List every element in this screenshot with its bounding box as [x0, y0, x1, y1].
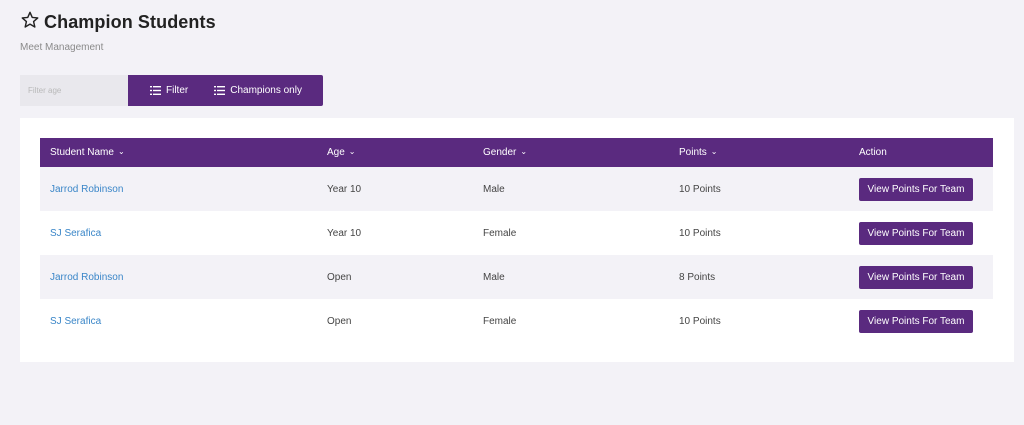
- title-row: Champion Students: [20, 10, 216, 35]
- points-cell: 8 Points: [679, 271, 716, 283]
- action-cell: View Points For Team: [859, 211, 993, 255]
- student-name-link[interactable]: Jarrod Robinson: [50, 272, 123, 283]
- chevron-down-icon: ⌄: [520, 147, 528, 156]
- column-header-points[interactable]: Points ⌄: [679, 138, 859, 167]
- gender-cell: Female: [483, 227, 517, 239]
- star-outline-icon: [20, 10, 40, 35]
- gender-cell: Female: [483, 315, 517, 327]
- view-points-for-team-button[interactable]: View Points For Team: [859, 221, 973, 245]
- filter-button[interactable]: Filter: [128, 75, 210, 106]
- table-row: Jarrod Robinson Year 10 Male 10 Points V…: [40, 167, 993, 211]
- table-header: Student Name ⌄ Age ⌄ Gender ⌄ Points ⌄ Actio…: [40, 138, 993, 167]
- filter-button-label: Filter: [166, 85, 189, 96]
- view-points-for-team-button[interactable]: View Points For Team: [859, 265, 973, 289]
- student-name-link[interactable]: SJ Serafica: [50, 316, 101, 327]
- age-cell: Open: [327, 315, 352, 327]
- chevron-down-icon: ⌄: [117, 147, 125, 156]
- list-icon: [214, 86, 226, 95]
- table-row: Jarrod Robinson Open Male 8 Points View …: [40, 255, 993, 299]
- action-cell: View Points For Team: [859, 299, 993, 343]
- page-title: Champion Students: [44, 12, 216, 32]
- student-name-link[interactable]: Jarrod Robinson: [50, 184, 123, 195]
- column-header-label: Age: [327, 147, 345, 158]
- table-header-row: Student Name ⌄ Age ⌄ Gender ⌄ Points ⌄ Actio…: [40, 138, 993, 167]
- student-name-cell: Jarrod Robinson: [40, 167, 327, 211]
- filter-age-input[interactable]: [20, 75, 128, 106]
- view-points-for-team-button[interactable]: View Points For Team: [859, 177, 973, 201]
- column-header-student-name[interactable]: Student Name ⌄: [40, 138, 327, 167]
- gender-cell: Male: [483, 183, 505, 195]
- table-row: SJ Serafica Year 10 Female 10 Points Vie…: [40, 211, 993, 255]
- filter-toolbar: Filter Champions only: [20, 75, 323, 106]
- list-icon: [150, 86, 161, 95]
- age-cell: Year 10: [327, 227, 362, 239]
- points-cell: 10 Points: [679, 315, 721, 327]
- points-cell: 10 Points: [679, 227, 721, 239]
- champions-only-button[interactable]: Champions only: [210, 75, 323, 106]
- student-name-cell: SJ Serafica: [40, 211, 327, 255]
- view-points-for-team-button[interactable]: View Points For Team: [859, 309, 973, 333]
- page-header: Champion Students Meet Management: [20, 10, 216, 53]
- table-row: SJ Serafica Open Female 10 Points View P…: [40, 299, 993, 343]
- column-header-age[interactable]: Age ⌄: [327, 138, 483, 167]
- column-header-label: Action: [859, 147, 887, 158]
- gender-cell: Male: [483, 271, 505, 283]
- points-cell: 10 Points: [679, 183, 721, 195]
- chevron-down-icon: ⌄: [348, 147, 356, 156]
- filter-button-group: Filter Champions only: [128, 75, 323, 106]
- champions-only-label: Champions only: [230, 85, 302, 96]
- student-name-link[interactable]: SJ Serafica: [50, 228, 101, 239]
- column-header-action: Action: [859, 138, 993, 167]
- page-subtitle: Meet Management: [20, 42, 104, 53]
- action-cell: View Points For Team: [859, 255, 993, 299]
- column-header-label: Points: [679, 147, 707, 158]
- age-cell: Open: [327, 271, 352, 283]
- table-body: Jarrod Robinson Year 10 Male 10 Points V…: [40, 167, 993, 343]
- student-name-cell: SJ Serafica: [40, 299, 327, 343]
- column-header-label: Student Name: [50, 147, 114, 158]
- page: Champion Students Meet Management Filter…: [0, 0, 1024, 425]
- column-header-label: Gender: [483, 147, 517, 158]
- action-cell: View Points For Team: [859, 167, 993, 211]
- column-header-gender[interactable]: Gender ⌄: [483, 138, 679, 167]
- student-name-cell: Jarrod Robinson: [40, 255, 327, 299]
- results-card: Student Name ⌄ Age ⌄ Gender ⌄ Points ⌄ Actio…: [20, 118, 1014, 362]
- champions-table: Student Name ⌄ Age ⌄ Gender ⌄ Points ⌄ Actio…: [40, 138, 993, 343]
- chevron-down-icon: ⌄: [710, 147, 718, 156]
- age-cell: Year 10: [327, 183, 362, 195]
